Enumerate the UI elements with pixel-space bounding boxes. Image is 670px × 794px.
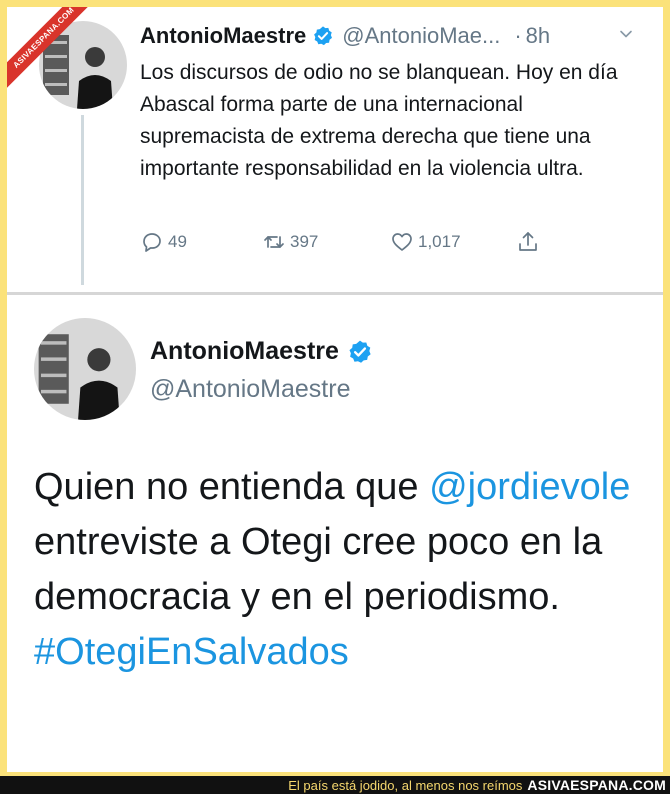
- reply-button[interactable]: 49: [140, 230, 262, 254]
- tweet-header: AntonioMaestre @AntonioMae... · 8h: [140, 21, 550, 51]
- author-name[interactable]: AntonioMaestre: [140, 23, 306, 49]
- footer-caption: El país está jodido, al menos nos reímos: [288, 777, 523, 793]
- thread-line: [81, 115, 84, 285]
- retweet-icon: [264, 236, 284, 248]
- tweet-actions: 49 397 1,017: [140, 229, 544, 255]
- separator-dot: ·: [514, 23, 522, 48]
- tweet-text: Los discursos de odio no se blanquean. H…: [140, 61, 618, 180]
- reply-count: 49: [168, 232, 187, 251]
- tweet-time[interactable]: 8h: [526, 23, 550, 49]
- footer-bar: El país está jodido, al menos nos reímos…: [0, 776, 670, 794]
- verified-badge-icon: [314, 26, 333, 46]
- mention-link[interactable]: @jordievole: [429, 466, 630, 508]
- author-name-row: AntonioMaestre: [150, 337, 381, 366]
- hashtag-link[interactable]: #OtegiEnSalvados: [34, 631, 349, 673]
- author-handle[interactable]: @AntonioMae...: [342, 23, 500, 49]
- share-button[interactable]: [516, 230, 544, 254]
- like-count: 1,017: [418, 232, 461, 251]
- retweet-button[interactable]: 397: [262, 230, 390, 254]
- tweet-text-part: Quien no entienda que: [34, 466, 430, 508]
- chevron-down-icon[interactable]: [619, 27, 633, 41]
- author-name[interactable]: AntonioMaestre: [150, 337, 339, 366]
- watermark-ribbon: ASIVAESPANA.COM: [7, 7, 97, 97]
- tweet-original[interactable]: AntonioMaestre @AntonioMaestre Quien no …: [7, 295, 663, 772]
- watermark-ribbon-text: ASIVAESPANA.COM: [7, 7, 97, 97]
- author-handle[interactable]: @AntonioMaestre: [150, 375, 350, 404]
- tweet-reply[interactable]: AntonioMaestre @AntonioMae... · 8h Los d…: [7, 7, 663, 292]
- retweet-count: 397: [290, 232, 319, 251]
- tweet-text: Quien no entienda que @jordievole entrev…: [34, 460, 659, 680]
- verified-badge-icon: [349, 340, 371, 363]
- screenshot-frame: ASIVAESPANA.COM AntonioMaestre @AntonioM…: [7, 7, 663, 772]
- like-button[interactable]: 1,017: [390, 230, 516, 254]
- tweet-text-part: entreviste a Otegi cree poco en la democ…: [34, 521, 603, 618]
- heart-icon: [392, 233, 412, 251]
- avatar[interactable]: [34, 318, 136, 420]
- reply-icon: [143, 233, 161, 252]
- share-icon: [519, 232, 537, 251]
- footer-brand[interactable]: ASIVAESPANA.COM: [527, 777, 666, 793]
